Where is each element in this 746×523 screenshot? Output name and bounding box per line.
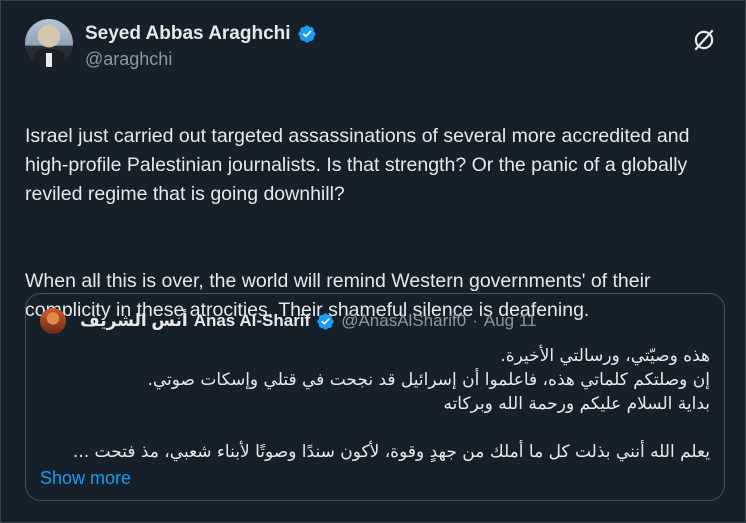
author-handle[interactable]: @araghchi [85, 49, 317, 70]
quoted-line: بداية السلام عليكم ورحمة الله وبركاته [443, 394, 710, 414]
quoted-tweet[interactable]: أنس الشريف Anas Al-Sharif @AnasAlSharif0… [25, 293, 725, 501]
author-info: Seyed Abbas Araghchi @araghchi [85, 23, 317, 70]
quoted-date[interactable]: Aug 11 [484, 311, 537, 331]
quoted-display-name[interactable]: Anas Al-Sharif [194, 311, 311, 331]
show-more-link[interactable]: Show more [40, 468, 131, 489]
quoted-tweet-header: أنس الشريف Anas Al-Sharif @AnasAlSharif0… [40, 308, 710, 334]
quoted-handle[interactable]: @AnasAlSharif0 [341, 311, 466, 331]
quoted-line: إن وصلتكم كلماتي هذه، فاعلموا أن إسرائيل… [147, 370, 710, 390]
quoted-line: يعلم الله أنني بذلت كل ما أملك من جهدٍ و… [72, 442, 710, 462]
quoted-arabic-name[interactable]: أنس الشريف [80, 311, 188, 331]
tweet-header: Seyed Abbas Araghchi @araghchi [25, 19, 721, 77]
verified-badge-icon [298, 25, 316, 43]
tweet-card: Seyed Abbas Araghchi @araghchi Israel ju… [0, 0, 746, 523]
grok-icon[interactable] [691, 27, 717, 53]
verified-badge-icon [317, 312, 334, 330]
tweet-paragraph: Israel just carried out targeted assassi… [25, 125, 690, 205]
quoted-avatar[interactable] [40, 308, 66, 334]
quoted-line: هذه وصيّتي، ورسالتي الأخيرة. [500, 346, 710, 366]
quoted-tweet-text: هذه وصيّتي، ورسالتي الأخيرة. إن وصلتكم ك… [40, 344, 710, 464]
author-display-name[interactable]: Seyed Abbas Araghchi [85, 23, 291, 45]
separator-dot: · [472, 311, 478, 330]
avatar[interactable] [25, 19, 73, 67]
